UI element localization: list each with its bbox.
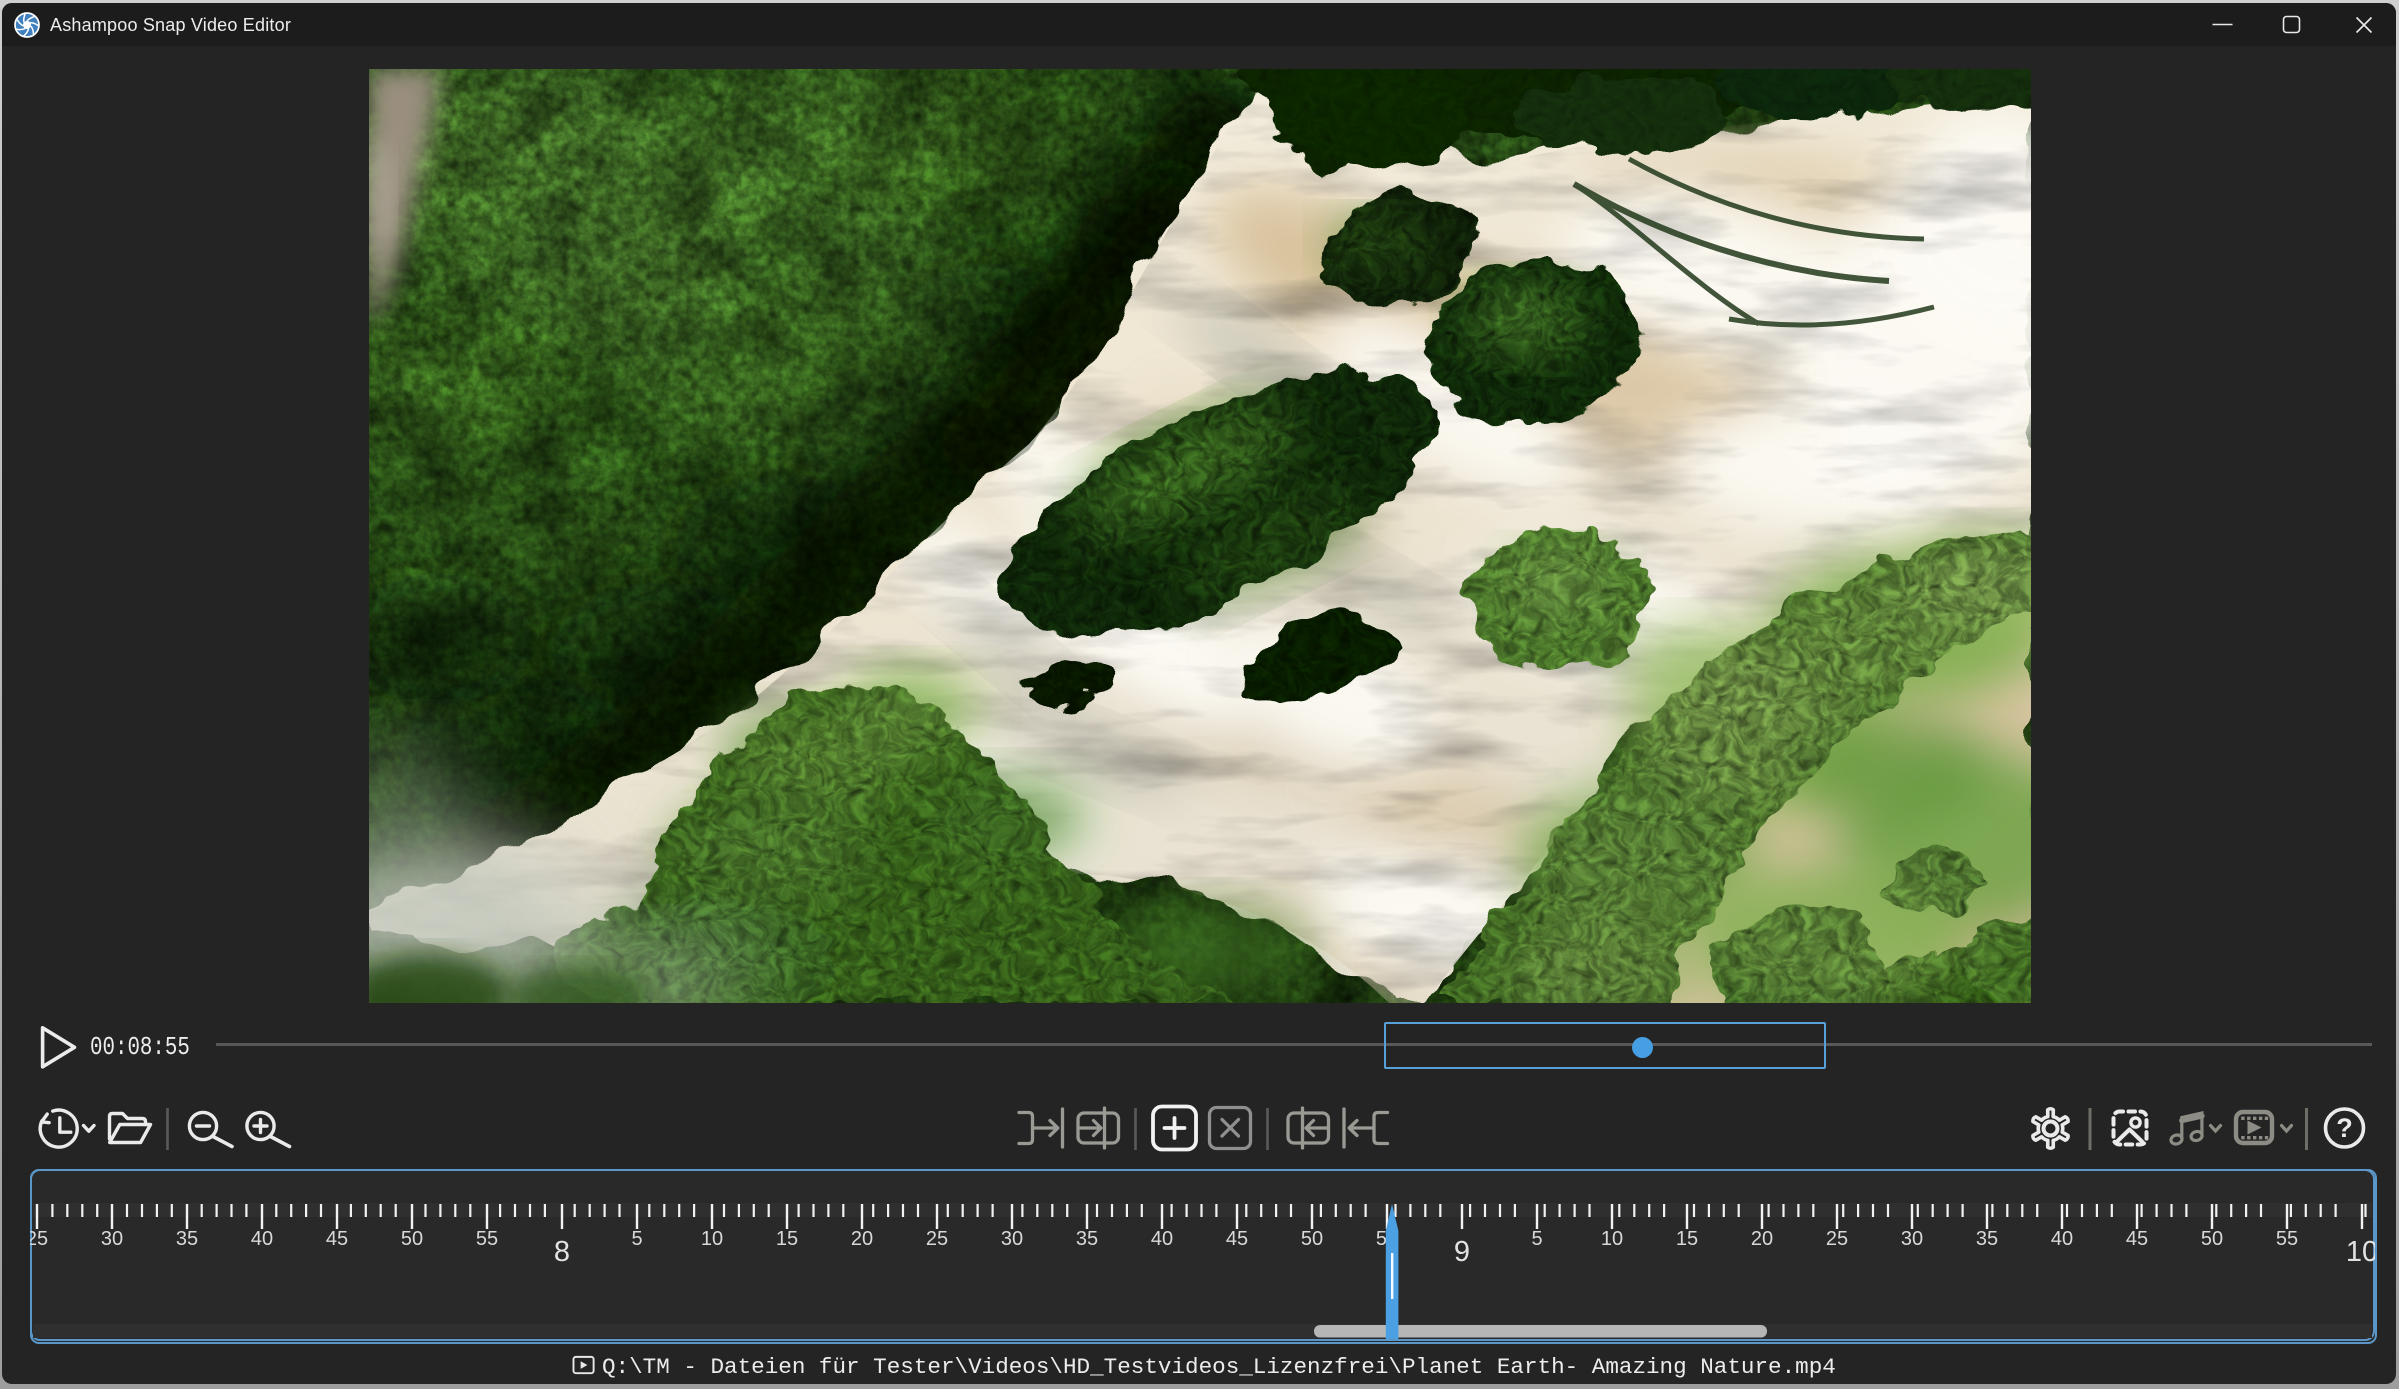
svg-text:30: 30	[1001, 1228, 1023, 1250]
svg-text:35: 35	[176, 1228, 198, 1250]
svg-text:5: 5	[1531, 1228, 1542, 1250]
svg-text:40: 40	[2051, 1228, 2073, 1250]
svg-text:30: 30	[101, 1228, 123, 1250]
svg-text:10: 10	[1601, 1228, 1623, 1250]
svg-text:30: 30	[1901, 1228, 1923, 1250]
svg-text:?: ?	[2336, 1113, 2353, 1143]
svg-text:8: 8	[554, 1236, 570, 1268]
svg-text:55: 55	[476, 1228, 498, 1250]
svg-text:35: 35	[1976, 1228, 1998, 1250]
svg-text:20: 20	[851, 1228, 873, 1250]
svg-text:25: 25	[926, 1228, 948, 1250]
svg-text:10: 10	[701, 1228, 723, 1250]
svg-text:50: 50	[401, 1228, 423, 1250]
svg-text:50: 50	[2201, 1228, 2223, 1250]
svg-text:5: 5	[631, 1228, 642, 1250]
svg-text:40: 40	[1151, 1228, 1173, 1250]
svg-text:45: 45	[2126, 1228, 2148, 1250]
svg-text:15: 15	[1676, 1228, 1698, 1250]
svg-text:40: 40	[251, 1228, 273, 1250]
svg-text:25: 25	[30, 1228, 48, 1250]
svg-text:50: 50	[1301, 1228, 1323, 1250]
svg-text:20: 20	[1751, 1228, 1773, 1250]
svg-text:25: 25	[1826, 1228, 1848, 1250]
svg-text:15: 15	[776, 1228, 798, 1250]
svg-text:9: 9	[1454, 1236, 1470, 1268]
svg-text:45: 45	[1226, 1228, 1248, 1250]
svg-text:55: 55	[2276, 1228, 2298, 1250]
svg-text:35: 35	[1076, 1228, 1098, 1250]
svg-text:10: 10	[2346, 1236, 2375, 1268]
svg-text:45: 45	[326, 1228, 348, 1250]
